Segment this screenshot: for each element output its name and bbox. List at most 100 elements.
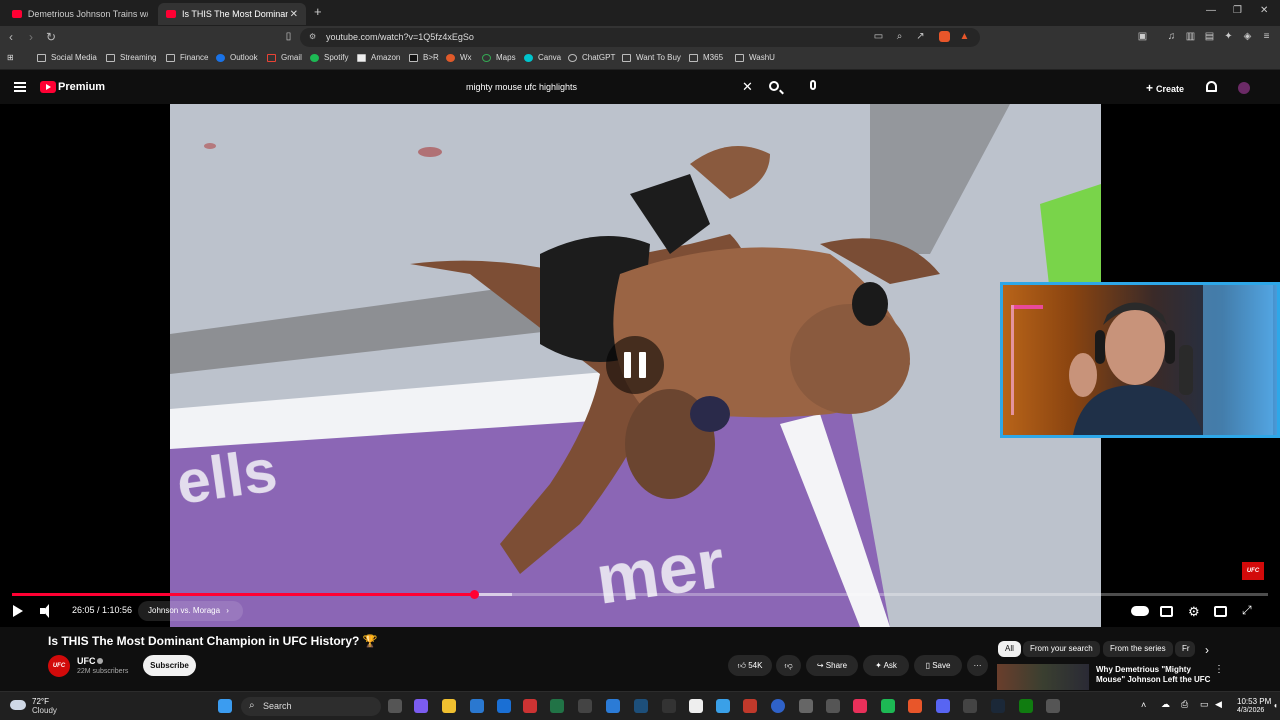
- dislike-button[interactable]: 👎︎: [776, 655, 801, 676]
- recommended-video-title[interactable]: Why Demetrious "Mighty Mouse" Johnson Le…: [1096, 665, 1216, 685]
- like-button[interactable]: 👍︎ 54K: [728, 655, 772, 676]
- bookmark-streaming[interactable]: Streaming: [106, 53, 156, 62]
- recording-app-icon[interactable]: [743, 699, 757, 713]
- terminal-icon[interactable]: [578, 699, 592, 713]
- network-icon[interactable]: ▭: [1200, 699, 1209, 710]
- vpn-icon[interactable]: ◈: [1242, 31, 1253, 42]
- bookmark-spotify[interactable]: Spotify: [310, 53, 348, 62]
- video-player[interactable]: ells mer UFC 26:05 / 1:10:56 Johnson vs.…: [0, 104, 1280, 627]
- channel-name[interactable]: UFC: [77, 656, 96, 666]
- create-button[interactable]: + Create: [1146, 81, 1184, 95]
- media-icon[interactable]: ♫: [1166, 31, 1177, 42]
- clear-search-icon[interactable]: ✕: [742, 79, 753, 95]
- recommendation-menu-icon[interactable]: ⋮: [1214, 664, 1224, 675]
- bookmark-finance[interactable]: Finance: [166, 53, 208, 62]
- sync-app-icon[interactable]: [771, 699, 785, 713]
- vscode-icon[interactable]: [606, 699, 620, 713]
- bookmark-m365[interactable]: M365: [689, 53, 723, 62]
- obs-icon[interactable]: [689, 699, 703, 713]
- tab-most-dominant-champion[interactable]: Is THIS The Most Dominant C ✕: [158, 3, 306, 25]
- bookmark-gmail[interactable]: Gmail: [267, 53, 302, 62]
- brave-shields-icon[interactable]: [939, 31, 950, 42]
- minimize-button[interactable]: —: [1206, 5, 1216, 16]
- autoplay-toggle[interactable]: [1131, 606, 1149, 616]
- chip-truncated[interactable]: Fr: [1175, 641, 1195, 657]
- pause-overlay-icon[interactable]: [606, 336, 664, 394]
- bookmark-canva[interactable]: Canva: [524, 53, 561, 62]
- share-page-icon[interactable]: ↗: [915, 31, 926, 42]
- volume-icon[interactable]: [40, 604, 49, 618]
- new-tab-button[interactable]: +: [314, 4, 322, 19]
- chip-from-your-search[interactable]: From your search: [1023, 641, 1100, 657]
- share-button[interactable]: ↪ Share: [806, 655, 858, 676]
- tool-app-icon[interactable]: [826, 699, 840, 713]
- apps-grid-icon[interactable]: ⊞: [7, 53, 14, 62]
- bookmark-want-to-buy[interactable]: Want To Buy: [622, 53, 681, 62]
- search-icon[interactable]: [769, 81, 779, 91]
- bookmark-maps[interactable]: Maps: [482, 53, 516, 62]
- brave-rewards-icon[interactable]: ▲: [959, 31, 970, 42]
- tiktok-icon[interactable]: [853, 699, 867, 713]
- maximize-button[interactable]: ❐: [1233, 5, 1242, 16]
- notification-center-icon[interactable]: ◖: [1273, 701, 1278, 710]
- github-icon[interactable]: [662, 699, 676, 713]
- outlook-app-icon[interactable]: [497, 699, 511, 713]
- copilot-icon[interactable]: [414, 699, 428, 713]
- site-info-icon[interactable]: ⚙: [309, 32, 316, 41]
- forward-icon[interactable]: ›: [29, 30, 33, 44]
- microphone-tray-icon[interactable]: ⎙: [1181, 699, 1188, 710]
- file-explorer-icon[interactable]: [442, 699, 456, 713]
- chip-from-the-series[interactable]: From the series: [1103, 641, 1173, 657]
- bookmark-amazon[interactable]: Amazon: [357, 53, 400, 62]
- save-button[interactable]: ▯ Save: [914, 655, 962, 676]
- show-hidden-icons-chevron-icon[interactable]: ˄: [1141, 700, 1146, 710]
- leo-ai-icon[interactable]: ✦: [1223, 31, 1234, 42]
- utility-app-icon[interactable]: [799, 699, 813, 713]
- video-frame[interactable]: ells mer: [170, 104, 1101, 627]
- avatar[interactable]: [1238, 82, 1250, 94]
- onedrive-icon[interactable]: ☁: [1161, 699, 1170, 710]
- edge-icon[interactable]: [716, 699, 730, 713]
- speaker-icon[interactable]: ◀: [1215, 699, 1222, 710]
- recommended-video-thumbnail[interactable]: [997, 664, 1089, 690]
- notifications-bell-icon[interactable]: [1206, 81, 1217, 92]
- close-tab-icon[interactable]: ✕: [290, 9, 298, 20]
- close-window-button[interactable]: ✕: [1260, 5, 1268, 16]
- reading-list-icon[interactable]: ▥: [1185, 31, 1196, 42]
- chapter-button[interactable]: Johnson vs. Moraga ›: [138, 601, 243, 621]
- ask-button[interactable]: ✦ Ask: [863, 655, 909, 676]
- bookmark-wx[interactable]: Wx: [446, 53, 472, 62]
- more-actions-icon[interactable]: ···: [967, 655, 988, 676]
- discord-icon[interactable]: [936, 699, 950, 713]
- windows-start-icon[interactable]: [218, 699, 232, 713]
- youtube-logo-icon[interactable]: [40, 81, 56, 93]
- brave-browser-icon[interactable]: [908, 699, 922, 713]
- clock-date[interactable]: 4/3/2026: [1237, 707, 1264, 714]
- app-icon[interactable]: [963, 699, 977, 713]
- store-icon[interactable]: [470, 699, 484, 713]
- spotify-app-icon[interactable]: [881, 699, 895, 713]
- chip-all[interactable]: All: [998, 641, 1021, 657]
- desktop-app-icon[interactable]: [1046, 699, 1060, 713]
- install-app-icon[interactable]: ▭: [873, 31, 884, 42]
- bookmark-outlook[interactable]: Outlook: [216, 53, 258, 62]
- task-view-icon[interactable]: [388, 699, 402, 713]
- theater-mode-icon[interactable]: [1214, 606, 1227, 617]
- zoom-icon[interactable]: ⌕: [894, 31, 905, 42]
- steam-icon[interactable]: [991, 699, 1005, 713]
- channel-avatar[interactable]: UFC: [48, 655, 70, 677]
- bookmark-chatgpt[interactable]: ChatGPT: [568, 53, 615, 62]
- sidebar-toggle-icon[interactable]: ▣: [1137, 31, 1148, 42]
- taskbar-search-box[interactable]: ⌕ Search: [241, 697, 381, 716]
- microphone-icon[interactable]: [810, 80, 816, 90]
- progress-bar[interactable]: [12, 590, 1268, 599]
- bookmark-social-media[interactable]: Social Media: [37, 53, 97, 62]
- fullscreen-icon[interactable]: ⤢: [1242, 603, 1252, 618]
- back-icon[interactable]: ‹: [9, 30, 13, 44]
- bookmark-br[interactable]: B>R: [409, 53, 439, 62]
- settings-gear-icon[interactable]: ⚙: [1188, 604, 1200, 620]
- chips-next-chevron-icon[interactable]: ›: [1205, 643, 1209, 657]
- browser-menu-icon[interactable]: ≡: [1261, 31, 1272, 42]
- tab-demetrious-trains[interactable]: Demetrious Johnson Trains w/ KHABI: [4, 3, 156, 25]
- bookmark-washu[interactable]: WashU: [735, 53, 775, 62]
